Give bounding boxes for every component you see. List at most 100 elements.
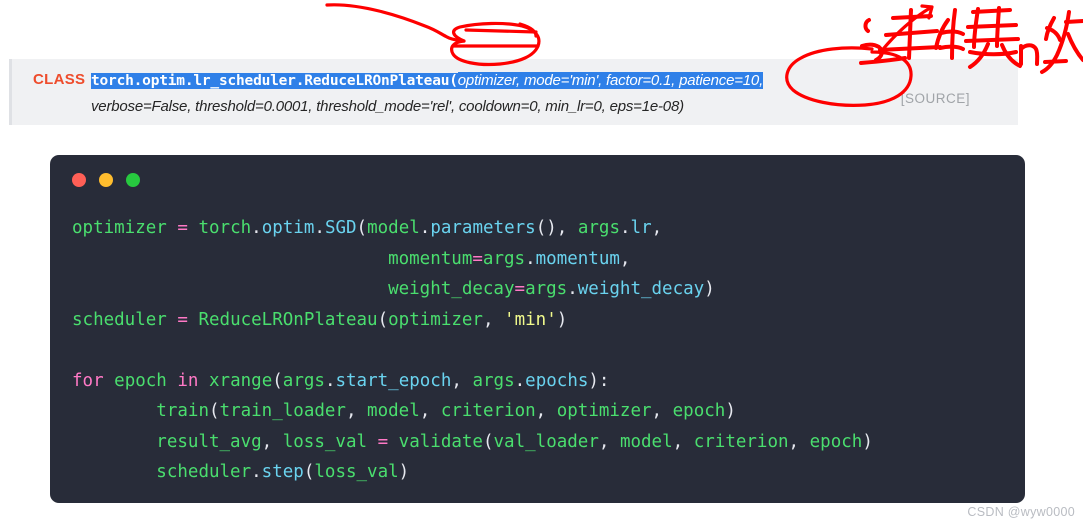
code-token: . <box>314 218 325 238</box>
code-token: . <box>567 279 578 299</box>
code-token: epoch <box>114 370 167 391</box>
code-token: . <box>251 462 262 482</box>
window-controls <box>72 173 140 187</box>
code-token: ( <box>208 401 220 421</box>
code-line: optimizer = torch.optim.SGD(model.parame… <box>72 213 1017 244</box>
code-token: torch <box>198 218 252 238</box>
signature-params-first-line[interactable]: optimizer, mode='min', factor=0.1, patie… <box>457 72 763 89</box>
signature-line-1: torch.optim.lr_scheduler.ReduceLROnPlate… <box>91 68 891 94</box>
code-token: weight_decay <box>577 279 705 299</box>
code-token: scheduler <box>156 462 252 482</box>
code-token: val_loader <box>493 431 599 452</box>
code-token: epoch <box>809 431 863 452</box>
code-token: ( <box>482 431 494 452</box>
code-token: , <box>651 218 663 238</box>
signature-text: torch.optim.lr_scheduler.ReduceLROnPlate… <box>91 68 891 119</box>
code-token: . <box>419 218 431 238</box>
code-line: momentum=args.momentum, <box>72 244 1017 275</box>
code-token: scheduler <box>72 309 167 330</box>
code-token: , <box>788 431 810 452</box>
code-token: model <box>367 401 420 421</box>
code-token: ) <box>556 309 568 330</box>
code-token: ) <box>725 401 736 421</box>
code-line <box>72 335 1017 366</box>
code-token: momentum <box>535 248 620 269</box>
code-token: ( <box>356 218 368 238</box>
code-token: validate <box>398 431 483 452</box>
watermark: CSDN @wyw0000 <box>967 505 1075 519</box>
minimize-dot[interactable] <box>99 173 113 187</box>
code-token: 'min' <box>504 309 557 330</box>
close-dot[interactable] <box>72 173 86 187</box>
code-token: ): <box>588 370 610 391</box>
code-token: , <box>535 401 557 421</box>
code-token: = <box>472 248 483 269</box>
code-token: = <box>177 309 188 330</box>
arrow-annotation <box>882 4 934 50</box>
code-token: , <box>619 248 631 269</box>
code-token: epochs <box>525 370 589 391</box>
code-line: result_avg, loss_val = validate(val_load… <box>72 427 1017 458</box>
code-token: . <box>620 218 631 238</box>
code-line: scheduler.step(loss_val) <box>72 457 1017 488</box>
code-token: . <box>514 370 526 391</box>
code-token: parameters <box>430 218 536 238</box>
code-token: lr <box>630 218 652 238</box>
code-token: optimizer <box>388 309 483 330</box>
code-token: optimizer <box>72 218 167 238</box>
code-token: ReduceLROnPlateau <box>198 309 378 330</box>
signature-qualified-name[interactable]: torch.optim.lr_scheduler.ReduceLROnPlate… <box>91 73 458 89</box>
code-token: . <box>525 248 536 269</box>
code-token: , <box>598 431 620 452</box>
code-token: = <box>177 218 188 238</box>
source-link[interactable]: [SOURCE] <box>901 91 970 106</box>
code-token: for <box>72 370 104 391</box>
code-token: model <box>619 431 673 452</box>
code-token: momentum <box>388 248 473 269</box>
maximize-dot[interactable] <box>126 173 140 187</box>
code-line: weight_decay=args.weight_decay) <box>72 274 1017 305</box>
code-token: ) <box>704 279 715 299</box>
code-token: optim <box>261 218 315 238</box>
code-token: , <box>261 431 283 452</box>
code-token: criterion <box>693 431 789 452</box>
api-signature-block: CLASS torch.optim.lr_scheduler.ReduceLRO… <box>9 59 1018 125</box>
code-token: args <box>472 370 515 391</box>
code-token: ( <box>377 309 389 330</box>
code-token: . <box>324 370 336 391</box>
signature-line-2: verbose=False, threshold=0.0001, thresho… <box>91 94 891 119</box>
code-token: model <box>367 218 420 238</box>
code-token: , <box>419 401 441 421</box>
code-line: for epoch in xrange(args.start_epoch, ar… <box>72 366 1017 397</box>
code-token: step <box>261 462 304 482</box>
code-token: args <box>525 279 568 299</box>
code-token: . <box>251 218 262 238</box>
code-token: loss_val <box>314 462 399 482</box>
code-token: , <box>482 309 505 330</box>
code-token: start_epoch <box>335 370 452 391</box>
code-token: loss_val <box>282 431 368 452</box>
code-token: args <box>482 248 526 269</box>
code-token: = <box>377 431 389 452</box>
code-token: , <box>451 370 473 391</box>
code-token: (), <box>535 218 578 238</box>
code-token: ) <box>862 431 873 452</box>
code-token: epoch <box>672 401 726 421</box>
code-line: scheduler = ReduceLROnPlateau(optimizer,… <box>72 305 1017 336</box>
code-block[interactable]: optimizer = torch.optim.SGD(model.parame… <box>72 213 1017 488</box>
code-token: , <box>345 401 368 421</box>
code-token: train <box>156 401 209 421</box>
code-token: result_avg <box>156 431 262 452</box>
